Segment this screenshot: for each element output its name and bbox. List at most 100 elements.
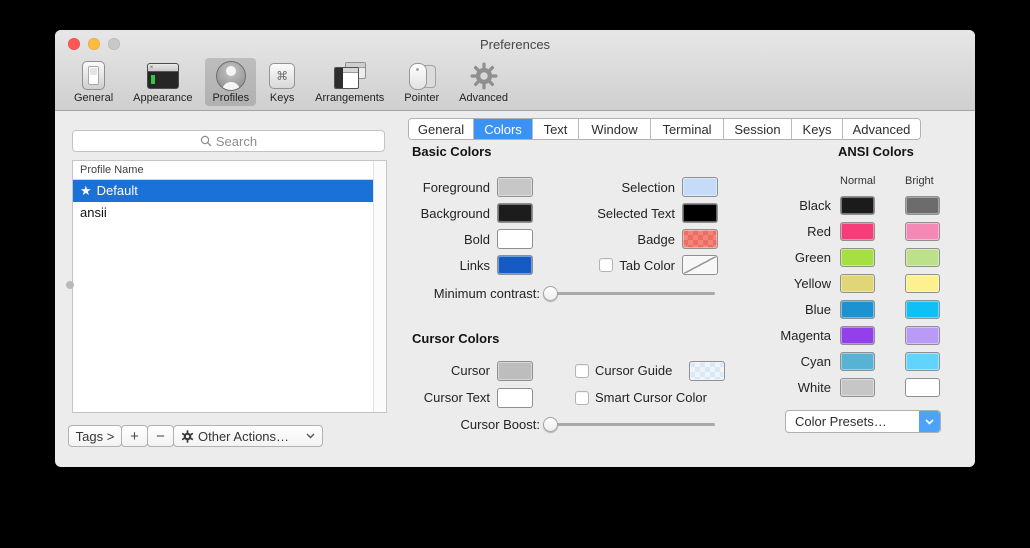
cursor-row: Cursor xyxy=(407,357,533,384)
tab-text[interactable]: Text xyxy=(533,119,579,139)
list-scrollbar-track[interactable] xyxy=(373,161,386,412)
cursor-guide-color-well[interactable] xyxy=(689,361,725,381)
bold-color-well[interactable] xyxy=(497,229,533,249)
color-presets-dropdown[interactable]: Color Presets… xyxy=(785,410,941,433)
toolbar-item-appearance[interactable]: × Appearance xyxy=(126,58,199,106)
bold-row: Bold xyxy=(407,226,533,252)
window-title: Preferences xyxy=(55,37,975,52)
foreground-row: Foreground xyxy=(407,174,533,200)
ansi-yellow-bright-well[interactable] xyxy=(905,274,940,293)
ansi-row-blue: Blue xyxy=(769,296,940,322)
profile-actions-bar: Tags > + − Other Actions… xyxy=(68,425,323,447)
ansi-yellow-normal-well[interactable] xyxy=(840,274,875,293)
cursor-colors-left: Cursor Cursor Text xyxy=(407,357,533,411)
titlebar[interactable]: Preferences xyxy=(55,30,975,58)
tags-button[interactable]: Tags > xyxy=(68,425,122,447)
tab-colors[interactable]: Colors xyxy=(474,119,533,139)
cursor-boost-slider[interactable] xyxy=(545,423,715,426)
tab-keys[interactable]: Keys xyxy=(792,119,843,139)
search-placeholder: Search xyxy=(216,134,257,149)
toolbar-item-keys[interactable]: ⌘ Keys xyxy=(262,58,302,106)
background-color-well[interactable] xyxy=(497,203,533,223)
ansi-red-normal-well[interactable] xyxy=(840,222,875,241)
ansi-cyan-normal-well[interactable] xyxy=(840,352,875,371)
ansi-bright-header: Bright xyxy=(905,175,934,187)
ansi-colors-grid: Black Red Green Yellow Blue Magenta xyxy=(769,192,940,400)
remove-profile-button[interactable]: − xyxy=(147,425,174,447)
ansi-white-bright-well[interactable] xyxy=(905,378,940,397)
search-input[interactable]: Search xyxy=(72,130,385,152)
person-circle-icon xyxy=(216,61,246,90)
ansi-row-magenta: Magenta xyxy=(769,322,940,348)
profile-name: ansii xyxy=(80,202,107,224)
search-icon xyxy=(200,135,212,147)
ansi-row-cyan: Cyan xyxy=(769,348,940,374)
toolbar-item-general[interactable]: General xyxy=(67,58,120,106)
tab-color-well[interactable] xyxy=(682,255,718,275)
ansi-normal-header: Normal xyxy=(840,175,875,187)
ansi-cyan-bright-well[interactable] xyxy=(905,352,940,371)
selected-text-color-well[interactable] xyxy=(682,203,718,223)
ansi-green-normal-well[interactable] xyxy=(840,248,875,267)
tab-window[interactable]: Window xyxy=(579,119,651,139)
tab-color-checkbox[interactable] xyxy=(599,258,613,272)
selection-color-well[interactable] xyxy=(682,177,718,197)
ansi-green-bright-well[interactable] xyxy=(905,248,940,267)
cursor-colors-title: Cursor Colors xyxy=(412,331,499,346)
tab-session[interactable]: Session xyxy=(724,119,792,139)
ansi-magenta-normal-well[interactable] xyxy=(840,326,875,345)
profile-row-ansii[interactable]: ansii xyxy=(73,202,374,224)
cursor-colors-right: Cursor Guide Smart Cursor Color xyxy=(575,357,725,411)
profile-list-header: Profile Name xyxy=(73,161,386,180)
chevron-down-icon xyxy=(919,411,940,432)
appearance-window-icon: × xyxy=(147,61,179,90)
foreground-color-well[interactable] xyxy=(497,177,533,197)
basic-colors-right: Selection Selected Text Badge Tab Color xyxy=(565,174,718,278)
add-profile-button[interactable]: + xyxy=(121,425,148,447)
gear-icon xyxy=(181,430,194,443)
ansi-red-bright-well[interactable] xyxy=(905,222,940,241)
cursor-color-well[interactable] xyxy=(497,361,533,381)
ansi-black-bright-well[interactable] xyxy=(905,196,940,215)
cursor-guide-checkbox[interactable] xyxy=(575,364,589,378)
toolbar-item-profiles[interactable]: Profiles xyxy=(205,58,256,106)
profile-row-default[interactable]: ★ Default xyxy=(73,180,374,202)
tab-terminal[interactable]: Terminal xyxy=(651,119,724,139)
minimum-contrast-row: Minimum contrast: xyxy=(410,282,715,304)
smart-cursor-row: Smart Cursor Color xyxy=(575,384,725,411)
color-presets-label: Color Presets… xyxy=(795,414,887,429)
cursor-text-color-well[interactable] xyxy=(497,388,533,408)
slider-knob[interactable] xyxy=(543,286,558,301)
ansi-black-normal-well[interactable] xyxy=(840,196,875,215)
ansi-white-normal-well[interactable] xyxy=(840,378,875,397)
toolbar-item-advanced[interactable]: Advanced xyxy=(452,58,515,106)
profile-list: Profile Name ★ Default ansii xyxy=(72,160,387,413)
badge-color-well[interactable] xyxy=(682,229,718,249)
mouse-icon xyxy=(407,61,437,90)
smart-cursor-checkbox[interactable] xyxy=(575,391,589,405)
cursor-boost-row: Cursor Boost: xyxy=(410,413,715,435)
other-actions-label: Other Actions… xyxy=(198,429,289,444)
toolbar-item-arrangements[interactable]: Arrangements xyxy=(308,58,391,106)
profile-name: Default xyxy=(97,180,138,202)
toolbar-item-pointer[interactable]: Pointer xyxy=(397,58,446,106)
ansi-colors-title: ANSI Colors xyxy=(838,144,914,159)
links-color-well[interactable] xyxy=(497,255,533,275)
tab-advanced[interactable]: Advanced xyxy=(843,119,920,139)
left-edge-dot xyxy=(66,281,74,289)
window-chrome: Preferences General × Appearance Profile… xyxy=(55,30,975,111)
toggle-switch-icon xyxy=(82,61,105,90)
selection-row: Selection xyxy=(565,174,718,200)
preferences-window: Preferences General × Appearance Profile… xyxy=(55,30,975,467)
tab-general[interactable]: General xyxy=(409,119,474,139)
minimum-contrast-slider[interactable] xyxy=(545,292,715,295)
ansi-blue-bright-well[interactable] xyxy=(905,300,940,319)
ansi-row-green: Green xyxy=(769,244,940,270)
cursor-guide-row: Cursor Guide xyxy=(575,357,725,384)
ansi-row-yellow: Yellow xyxy=(769,270,940,296)
slider-knob[interactable] xyxy=(543,417,558,432)
window-arrangement-icon xyxy=(334,61,366,90)
ansi-blue-normal-well[interactable] xyxy=(840,300,875,319)
other-actions-dropdown[interactable]: Other Actions… xyxy=(173,425,323,447)
ansi-magenta-bright-well[interactable] xyxy=(905,326,940,345)
